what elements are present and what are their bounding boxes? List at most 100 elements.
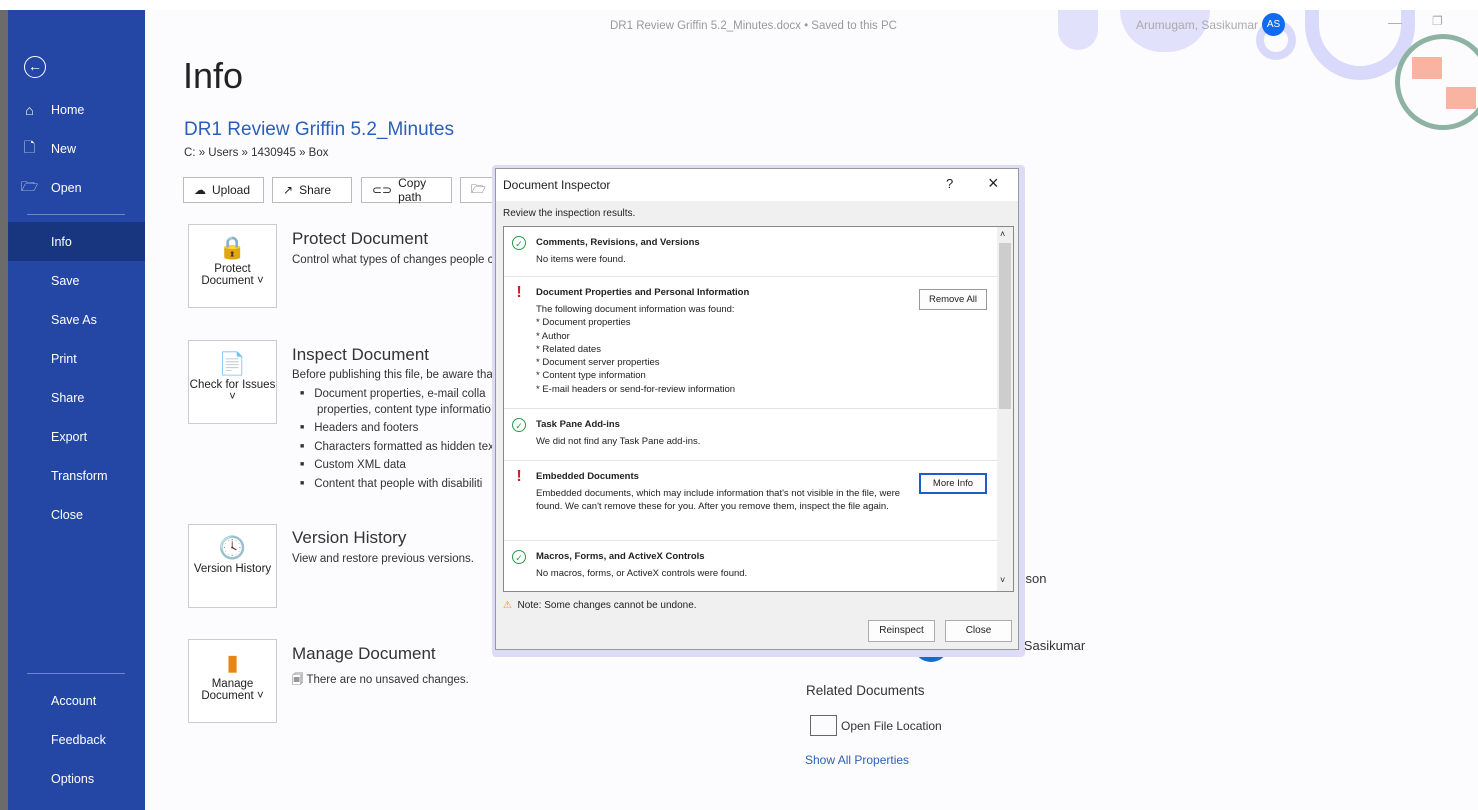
- sidebar-item-label: Home: [51, 102, 85, 117]
- warning-icon: ⚠: [503, 600, 512, 611]
- result-body: No macros, forms, or ActiveX controls we…: [536, 568, 748, 579]
- divider: [27, 673, 125, 674]
- show-all-properties-link[interactable]: Show All Properties: [805, 753, 909, 767]
- button-label: Share: [299, 183, 332, 197]
- version-history-button[interactable]: 🕓 Version History: [188, 524, 277, 608]
- result-title: Comments, Revisions, and Versions: [536, 237, 700, 248]
- more-info-button[interactable]: More Info: [919, 473, 987, 494]
- restore-button[interactable]: ❐: [1432, 14, 1443, 28]
- help-button[interactable]: ?: [946, 176, 953, 191]
- protect-title: Protect Document: [292, 229, 429, 248]
- sidebar-item-label: Transform: [51, 468, 108, 483]
- chevron-down-icon[interactable]: ˅: [1000, 575, 1005, 585]
- bullet: Headers and footers: [300, 422, 418, 434]
- button-label: Copy path: [398, 176, 427, 204]
- result-body: No items were found.: [536, 254, 626, 265]
- sidebar-item-options[interactable]: Options: [8, 759, 145, 798]
- bullet: Document properties, e-mail colla: [300, 388, 485, 400]
- copy-path-button[interactable]: ⊂⊃ Copy path: [361, 176, 452, 204]
- sidebar-item-feedback[interactable]: Feedback: [8, 720, 145, 759]
- remove-all-button[interactable]: Remove All: [919, 289, 987, 310]
- document-name: DR1 Review Griffin 5.2_Minutes: [184, 119, 454, 140]
- protect-desc: Control what types of changes people c: [292, 254, 494, 266]
- version-desc: View and restore previous versions.: [292, 553, 474, 565]
- card-label: Manage Document: [201, 678, 254, 702]
- share-button[interactable]: ↗ Share: [272, 177, 352, 203]
- user-name[interactable]: Arumugam, Sasikumar: [1136, 18, 1258, 32]
- sidebar-item-close[interactable]: Close: [8, 495, 145, 534]
- document-icon: 🗐: [292, 674, 307, 686]
- sidebar-item-save-as[interactable]: Save As: [8, 300, 145, 339]
- sidebar-item-save[interactable]: Save: [8, 261, 145, 300]
- protect-document-button[interactable]: 🔒 Protect Document ˅: [188, 224, 277, 308]
- monitor-icon: [1446, 87, 1476, 109]
- inspection-results-list: ✓ Comments, Revisions, and Versions No ite…: [503, 226, 1014, 592]
- sidebar-item-label: Close: [51, 507, 83, 522]
- bullet: Content that people with disabiliti: [300, 478, 482, 490]
- check-circle-icon: ✓: [512, 418, 526, 432]
- window-edge: [0, 10, 8, 810]
- open-file-location-link[interactable]: Open File Location: [841, 719, 942, 733]
- sidebar-item-export[interactable]: Export: [8, 417, 145, 456]
- manage-document-button[interactable]: ▮ Manage Document ˅: [188, 639, 277, 723]
- sidebar-item-label: Options: [51, 771, 95, 786]
- monitor-icon: [1412, 57, 1442, 79]
- exclamation-icon: !: [516, 468, 522, 485]
- manage-title: Manage Document: [292, 644, 436, 663]
- history-icon: 🕓: [218, 535, 247, 560]
- button-label: Upload: [212, 183, 251, 197]
- sidebar-item-print[interactable]: Print: [8, 339, 145, 378]
- sidebar-item-info[interactable]: Info: [8, 222, 145, 261]
- inspect-icon: 📄: [218, 351, 247, 376]
- avatar[interactable]: AS: [1262, 13, 1285, 36]
- sidebar-item-transform[interactable]: Transform: [8, 456, 145, 495]
- folder-open-icon: 🗁: [20, 177, 39, 194]
- bullet: Characters formatted as hidden tex: [300, 441, 494, 453]
- network-illustration: [1395, 34, 1478, 130]
- scrollbar[interactable]: ˄ ˅: [997, 227, 1013, 591]
- result-title: Embedded Documents: [536, 471, 639, 482]
- document-inspector-dialog: Document Inspector ? × Review the inspec…: [495, 168, 1019, 650]
- sidebar-item-account[interactable]: Account: [8, 681, 145, 720]
- exclamation-icon: !: [516, 284, 522, 301]
- lock-icon: 🔒: [218, 235, 247, 260]
- note: ⚠ Note: Some changes cannot be undone.: [503, 600, 697, 611]
- inspect-desc: Before publishing this file, be aware th…: [292, 369, 493, 381]
- check-circle-icon: ✓: [512, 550, 526, 564]
- sidebar-item-label: Info: [51, 234, 72, 249]
- sidebar-item-home[interactable]: ⌂ Home: [8, 90, 145, 129]
- divider: [27, 214, 125, 215]
- card-label: Protect Document: [201, 263, 254, 287]
- sidebar-item-label: Print: [51, 351, 77, 366]
- sidebar-item-share[interactable]: Share: [8, 378, 145, 417]
- backstage-sidebar: ← ⌂ Home 🗋 New 🗁 Open Info Save Save As Pri…: [8, 10, 145, 810]
- sidebar-item-label: New: [51, 141, 77, 156]
- result-body: The following document information was f…: [536, 304, 736, 395]
- upload-button[interactable]: ☁ Upload: [183, 177, 264, 203]
- scrollbar-thumb[interactable]: [999, 243, 1011, 409]
- taskbar-strip: [0, 0, 1478, 10]
- chevron-up-icon[interactable]: ˄: [1000, 229, 1005, 239]
- sidebar-item-open[interactable]: 🗁 Open: [8, 168, 145, 207]
- result-item: ✓ Comments, Revisions, and Versions No ite…: [504, 227, 998, 277]
- sidebar-item-label: Save As: [51, 312, 97, 327]
- close-icon[interactable]: ×: [988, 173, 999, 194]
- sidebar-item-label: Share: [51, 390, 85, 405]
- bullet-cont: properties, content type informatio: [317, 404, 491, 416]
- sidebar-item-new[interactable]: 🗋 New: [8, 129, 145, 168]
- manage-desc-text: There are no unsaved changes.: [306, 674, 469, 686]
- result-item: ! Embedded Documents Embedded documents, w…: [504, 461, 998, 541]
- back-arrow-icon[interactable]: ←: [24, 56, 46, 78]
- result-item: ✓ Macros, Forms, and ActiveX Controls No m…: [504, 541, 998, 591]
- minimize-button[interactable]: —: [1388, 14, 1402, 30]
- result-body: Embedded documents, which may include in…: [536, 488, 901, 513]
- result-title: Macros, Forms, and ActiveX Controls: [536, 551, 705, 562]
- close-button[interactable]: Close: [945, 620, 1012, 642]
- manage-desc: 🗐 There are no unsaved changes.: [292, 672, 469, 691]
- dialog-title: Document Inspector: [503, 178, 611, 192]
- link-icon: ⊂⊃: [372, 183, 393, 197]
- reinspect-button[interactable]: Reinspect: [868, 620, 935, 642]
- home-icon: ⌂: [25, 101, 34, 118]
- check-for-issues-button[interactable]: 📄 Check for Issues ˅: [188, 340, 277, 424]
- manage-document-icon: ▮: [226, 650, 239, 675]
